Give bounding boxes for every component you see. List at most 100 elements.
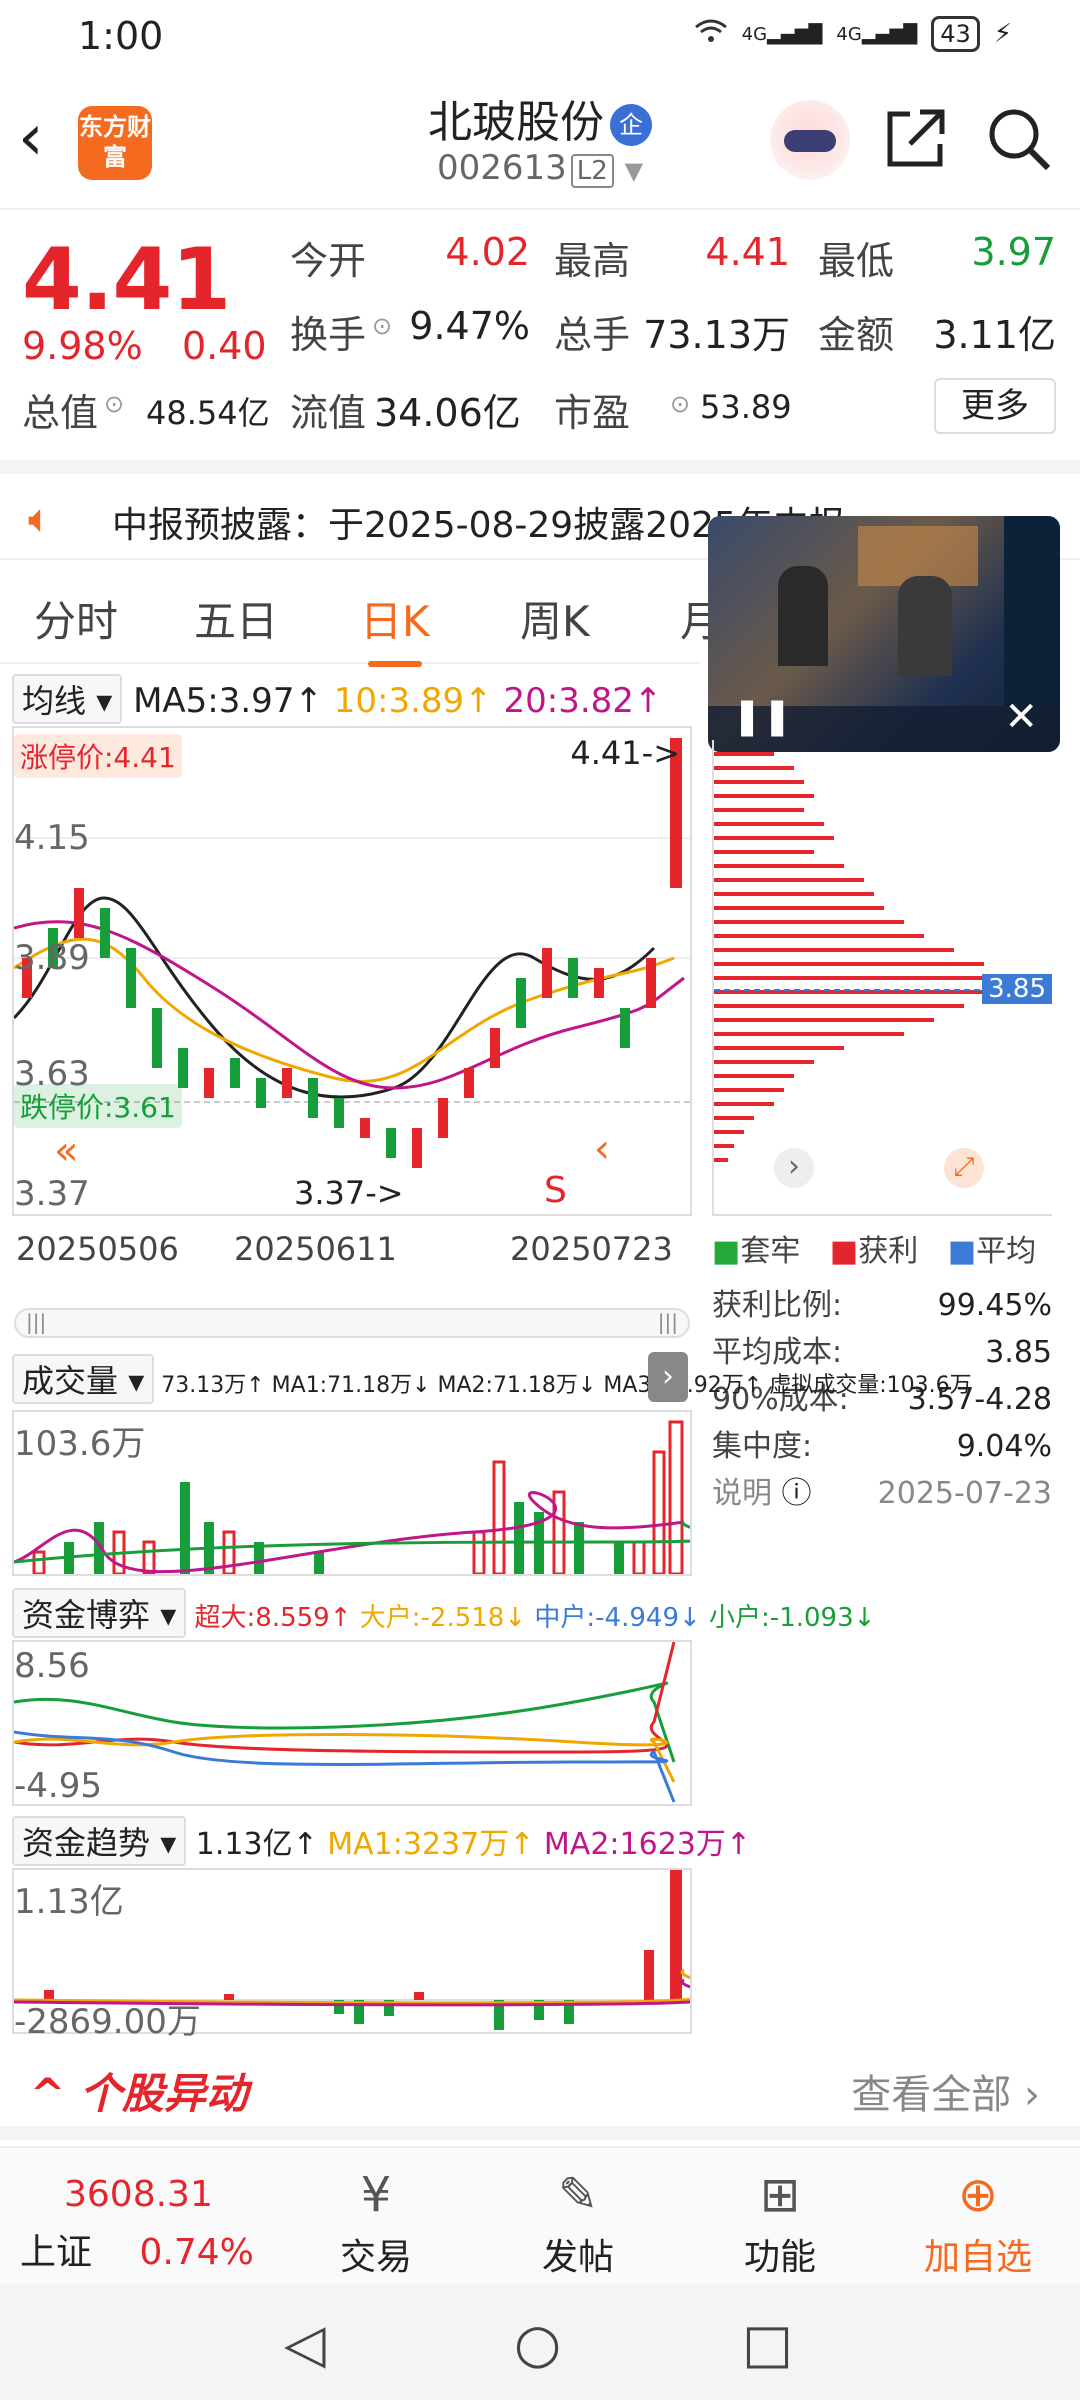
alerts-title: ^ 个股异动: [30, 2069, 248, 2118]
kline-chart[interactable]: 涨停价:4.41 跌停价:3.61 4.41-> 3.37-> 4.15 3.8…: [12, 726, 692, 1216]
fund-trend-chart[interactable]: 1.13亿 -2869.00万: [12, 1868, 692, 2042]
functions-button[interactable]: ⊞ 功能: [710, 2162, 850, 2280]
scroll-left-icon[interactable]: «: [54, 1128, 78, 1174]
legend-swatch: ■: [712, 1234, 741, 1269]
fund-trend-ymax: 1.13亿: [14, 1882, 124, 1922]
fund-game-select[interactable]: 资金博弈 ▾: [12, 1588, 187, 1638]
fund-game-ymin: -4.95: [14, 1766, 102, 1806]
post-button[interactable]: ✎ 发帖: [508, 2162, 648, 2280]
large-value: 大户:-2.518↓: [359, 1603, 527, 1633]
tab-intraday[interactable]: 分时: [34, 588, 118, 649]
legend-swatch: ■: [829, 1234, 859, 1269]
back-nav-icon[interactable]: ◁: [284, 2312, 326, 2375]
close-icon[interactable]: ✕: [1004, 694, 1038, 740]
slider-handle-left[interactable]: |||: [26, 1310, 46, 1334]
ma5-value: MA5:3.97↑: [133, 681, 323, 721]
stat-row: 集中度: 9.04%: [712, 1429, 1052, 1464]
signal-icon: 4G▂▄▆█: [741, 23, 823, 45]
market-cap-value: 48.54亿: [146, 394, 270, 432]
wifi-icon: [694, 17, 728, 52]
chevron-up-icon: ^: [30, 2069, 66, 2118]
bottom-toolbar: 3608.31 上证 0.74% ¥ 交易 ✎ 发帖 ⊞ 功能 ⊕ 加自选: [0, 2146, 1080, 2284]
chip-distribution: 3.85 › ⤢: [712, 740, 1054, 1216]
share-icon[interactable]: [880, 104, 950, 174]
chart-tabs: 分时 五日 日K 周K 月: [0, 574, 722, 667]
date-axis: 20250506 20250611 20250723: [12, 1226, 692, 1270]
recents-nav-icon[interactable]: □: [742, 2312, 793, 2375]
date-label: 20250506: [16, 1230, 179, 1268]
level-badge: L2: [570, 154, 614, 188]
tab-five-day[interactable]: 五日: [194, 588, 278, 649]
sell-mark: S: [544, 1170, 567, 1211]
low-tag: 3.37->: [294, 1174, 404, 1212]
volume-select[interactable]: 成交量 ▾: [12, 1354, 155, 1404]
ai-assistant-icon[interactable]: [770, 100, 850, 180]
index-value: 3608.31: [64, 2174, 213, 2215]
fund-trend-legend: 资金趋势 ▾ 1.13亿↑ MA1:3237万↑ MA2:1623万↑: [12, 1816, 751, 1866]
amount-value: 3.11亿: [933, 313, 1056, 357]
info-icon[interactable]: ⊙: [372, 312, 392, 340]
tab-weekly-k[interactable]: 周K: [520, 588, 590, 649]
status-time: 1:00: [78, 14, 164, 58]
ma10-value: 10:3.89↑: [333, 681, 493, 721]
legend-label: 平均: [976, 1234, 1037, 1269]
kline-svg: [14, 738, 690, 1168]
slider-handle-right[interactable]: |||: [658, 1310, 678, 1334]
view-all-link[interactable]: 查看全部 ›: [851, 2062, 1040, 2120]
more-button[interactable]: 更多: [934, 378, 1056, 434]
system-navigation: ◁ ○ □: [0, 2284, 1080, 2400]
search-icon[interactable]: [984, 104, 1054, 174]
fund-trend-select[interactable]: 资金趋势 ▾: [12, 1816, 187, 1866]
stat-row[interactable]: 说明 ⓘ 2025-07-23: [712, 1470, 1052, 1517]
fund-game-chart[interactable]: 8.56 -4.95: [12, 1640, 692, 1806]
expand-icon[interactable]: ⤢: [944, 1148, 984, 1188]
open-label: 今开: [290, 239, 367, 283]
ma-select[interactable]: 均线 ▾: [12, 674, 123, 724]
pe-label: 市盈: [554, 391, 631, 435]
date-label: 20250723: [510, 1230, 673, 1268]
date-label: 20250611: [234, 1230, 397, 1268]
chevron-right-icon[interactable]: ›: [648, 1352, 688, 1402]
index-widget[interactable]: 3608.31 上证 0.74%: [20, 2174, 254, 2275]
trade-icon: ¥: [360, 2167, 392, 2223]
quote-panel: 4.41 9.98% 0.40 今开 4.02 最高 4.41 最低 3.97 …: [0, 212, 1080, 452]
ma-legend: 均线 ▾ MA5:3.97↑ 10:3.89↑ 20:3.82↑: [12, 674, 662, 724]
add-watchlist-button[interactable]: ⊕ 加自选: [908, 2162, 1048, 2280]
video-player[interactable]: ❚❚ ✕: [708, 516, 1060, 752]
info-icon: ⓘ: [781, 1476, 812, 1511]
change-percent: 9.98%: [22, 324, 143, 368]
volume-legend-text: 73.13万↑ MA1:71.18万↓ MA2:71.18万↓ MA3:36.9…: [161, 1373, 972, 1398]
limit-up-label: 涨停价:4.41: [14, 734, 182, 778]
info-icon[interactable]: ⊙: [104, 390, 124, 418]
home-nav-icon[interactable]: ○: [514, 2312, 561, 2375]
header: ‹ 东方财富 北玻股份企 002613 L2 ▼: [0, 80, 1080, 210]
tab-daily-k[interactable]: 日K: [360, 588, 430, 667]
y-label: 3.37: [14, 1174, 90, 1214]
volume-chart[interactable]: 103.6万: [12, 1410, 692, 1576]
fund-game-svg: [14, 1642, 676, 1803]
edit-icon: ✎: [557, 2167, 599, 2223]
pe-value: 53.89: [700, 388, 792, 426]
pause-icon[interactable]: ❚❚: [732, 696, 792, 737]
grid-icon: ⊞: [759, 2167, 801, 2223]
chevron-left-icon[interactable]: ‹: [594, 1126, 610, 1172]
fund-trend-ma2: MA2:1623万↑: [543, 1827, 752, 1862]
battery-icon: 43: [931, 16, 980, 52]
legend-label: 获利: [858, 1234, 919, 1269]
chevron-down-icon: ▼: [624, 157, 644, 185]
chevron-right-icon[interactable]: ›: [774, 1148, 814, 1188]
fund-trend-value: 1.13亿↑: [195, 1827, 318, 1862]
range-slider[interactable]: ||| |||: [14, 1308, 690, 1338]
volume-label: 总手: [554, 313, 631, 357]
y-label: 3.63: [14, 1054, 90, 1094]
legend-swatch: ■: [947, 1234, 977, 1269]
fund-trend-ma1: MA1:3237万↑: [327, 1827, 535, 1862]
status-bar: 1:00 4G▂▄▆█ 4G▂▄▆█ 43 ⚡: [0, 0, 1080, 76]
last-price: 4.41: [22, 230, 231, 330]
speaker-icon: 🔈︎: [28, 496, 52, 542]
info-icon[interactable]: ⊙: [670, 390, 690, 418]
signal-icon: 4G▂▄▆█: [836, 23, 918, 45]
trade-button[interactable]: ¥ 交易: [306, 2162, 446, 2280]
volume-value: 73.13万: [643, 313, 790, 357]
y-label: 4.15: [14, 818, 90, 858]
